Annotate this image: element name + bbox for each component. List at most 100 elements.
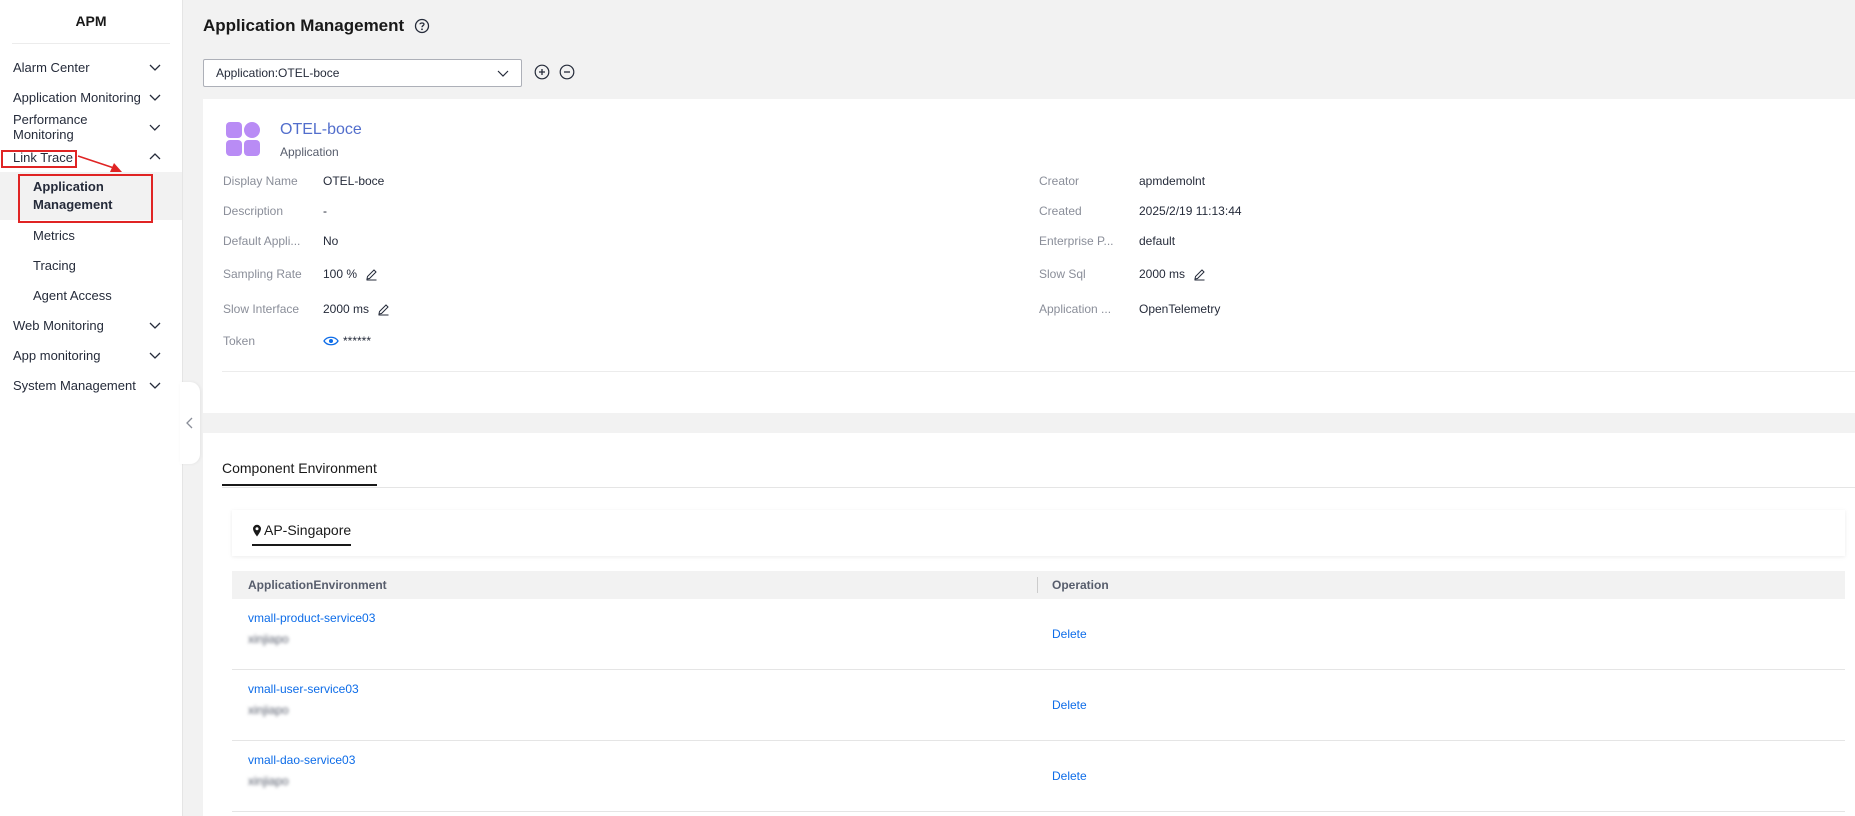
- delete-button[interactable]: Delete: [1052, 627, 1087, 641]
- annotation-arrow: [77, 155, 122, 172]
- sidebar-subitem-label: Tracing: [33, 257, 76, 273]
- sidebar-item-app-monitoring[interactable]: App monitoring: [0, 340, 182, 370]
- location-pin-icon: [253, 524, 261, 536]
- sidebar-title: APM: [12, 0, 170, 44]
- field-key: Slow Sql: [1039, 267, 1086, 281]
- field-application-type: Application ... OpenTelemetry: [1039, 302, 1220, 316]
- field-value-wrap: 2000 ms: [1139, 267, 1206, 281]
- chevron-down-icon: [149, 124, 161, 131]
- main-content: Application Management Application:OTEL-…: [184, 0, 1855, 816]
- field-value: No: [323, 234, 339, 248]
- sidebar-subitem-metrics[interactable]: Metrics: [0, 220, 182, 250]
- field-slow-interface: Slow Interface 2000 ms: [223, 302, 390, 316]
- chevron-down-icon: [497, 70, 509, 77]
- environment-region: xinjiapo: [248, 774, 289, 788]
- table-header: ApplicationEnvironment Operation: [232, 571, 1845, 599]
- sidebar-subitem-tracing[interactable]: Tracing: [0, 250, 182, 280]
- component-environment-section: Component Environment AP-Singapore Appli…: [203, 433, 1855, 816]
- field-description: Description -: [223, 204, 327, 218]
- add-circle-icon[interactable]: [534, 64, 550, 80]
- table-row: vmall-dao-service03 xinjiapo Delete: [232, 741, 1845, 812]
- eye-icon[interactable]: [323, 335, 339, 347]
- field-sampling-rate: Sampling Rate 100 %: [223, 267, 378, 281]
- column-header: ApplicationEnvironment: [248, 578, 387, 592]
- remove-circle-icon[interactable]: [559, 64, 575, 80]
- field-display-name: Display Name OTEL-boce: [223, 174, 384, 188]
- field-value: 2000 ms: [1139, 267, 1186, 281]
- chevron-down-icon: [149, 94, 161, 101]
- field-slow-sql: Slow Sql 2000 ms: [1039, 267, 1206, 281]
- delete-button[interactable]: Delete: [1052, 698, 1087, 712]
- sidebar-item-performance-monitoring[interactable]: Performance Monitoring: [0, 112, 182, 142]
- environment-link[interactable]: vmall-user-service03: [248, 682, 359, 696]
- region-label: AP-Singapore: [264, 522, 352, 538]
- sidebar-item-label: App monitoring: [13, 347, 101, 363]
- field-value: 2000 ms: [323, 302, 370, 316]
- column-header: Operation: [1052, 578, 1109, 592]
- sidebar-subitem-label: Agent Access: [33, 287, 112, 303]
- sidebar-subitem-agent-access[interactable]: Agent Access: [0, 280, 182, 310]
- field-creator: Creator apmdemolnt: [1039, 174, 1205, 188]
- field-value: ******: [343, 334, 372, 348]
- sidebar-item-label: System Management: [13, 377, 136, 393]
- application-select[interactable]: Application:OTEL-boce: [203, 59, 522, 87]
- chevron-down-icon: [149, 322, 161, 329]
- field-value: OpenTelemetry: [1139, 302, 1221, 316]
- sidebar: APM Alarm Center Application Monitoring …: [0, 0, 183, 816]
- field-key: Application ...: [1039, 302, 1112, 316]
- sidebar-item-label: Performance Monitoring: [13, 112, 88, 142]
- highlight-link-trace: [1, 150, 77, 168]
- field-key: Created: [1039, 204, 1082, 218]
- table-row: vmall-user-service03 xinjiapo Delete: [232, 670, 1845, 741]
- sidebar-item-label: Web Monitoring: [13, 317, 104, 333]
- page-title-text: Application Management: [203, 16, 405, 35]
- field-created: Created 2025/2/19 11:13:44: [1039, 204, 1242, 218]
- edit-icon[interactable]: [365, 268, 378, 281]
- field-key: Sampling Rate: [223, 267, 302, 281]
- field-key: Enterprise P...: [1039, 234, 1114, 248]
- delete-button[interactable]: Delete: [1052, 769, 1087, 783]
- field-value: apmdemolnt: [1139, 174, 1206, 188]
- field-value-wrap: ******: [323, 334, 371, 348]
- highlight-application-management: [18, 174, 153, 223]
- tab-component-environment[interactable]: Component Environment: [222, 460, 377, 486]
- chevron-down-icon: [149, 382, 161, 389]
- sidebar-item-web-monitoring[interactable]: Web Monitoring: [0, 310, 182, 340]
- page-title: Application Management: [203, 16, 430, 36]
- divider: [222, 371, 1855, 372]
- field-key: Creator: [1039, 174, 1080, 188]
- chevron-down-icon: [149, 64, 161, 71]
- field-value: default: [1139, 234, 1176, 248]
- help-icon[interactable]: [414, 18, 430, 34]
- field-default-application: Default Appli... No: [223, 234, 338, 248]
- sidebar-item-label: Alarm Center: [13, 59, 90, 75]
- field-value: -: [323, 204, 327, 218]
- field-value: 100 %: [323, 267, 358, 281]
- field-key: Slow Interface: [223, 302, 300, 316]
- application-logo-icon: [226, 122, 260, 156]
- table-row: vmall-product-service03 xinjiapo Delete: [232, 599, 1845, 670]
- sidebar-item-label: Application Monitoring: [13, 89, 141, 105]
- field-key: Token: [223, 334, 256, 348]
- field-value-wrap: 2000 ms: [323, 302, 390, 316]
- sidebar-menu: Alarm Center Application Monitoring Perf…: [0, 52, 182, 400]
- field-value: OTEL-boce: [323, 174, 385, 188]
- environment-region: xinjiapo: [248, 632, 289, 646]
- environment-link[interactable]: vmall-product-service03: [248, 611, 375, 625]
- sidebar-item-alarm-center[interactable]: Alarm Center: [0, 52, 182, 82]
- sidebar-item-system-management[interactable]: System Management: [0, 370, 182, 400]
- field-enterprise-project: Enterprise P... default: [1039, 234, 1175, 248]
- edit-icon[interactable]: [1193, 268, 1206, 281]
- edit-icon[interactable]: [377, 303, 390, 316]
- divider: [222, 487, 1855, 488]
- field-key: Display Name: [223, 174, 298, 188]
- application-name: OTEL-boce: [280, 121, 362, 138]
- application-type: Application: [280, 145, 339, 159]
- chevron-down-icon: [149, 352, 161, 359]
- chevron-up-icon: [149, 153, 161, 160]
- field-key: Description: [223, 204, 284, 218]
- application-detail-card: OTEL-boce Application Display Name OTEL-…: [203, 99, 1855, 413]
- sidebar-item-application-monitoring[interactable]: Application Monitoring: [0, 82, 182, 112]
- tab-region[interactable]: AP-Singapore: [252, 522, 352, 546]
- environment-link[interactable]: vmall-dao-service03: [248, 753, 355, 767]
